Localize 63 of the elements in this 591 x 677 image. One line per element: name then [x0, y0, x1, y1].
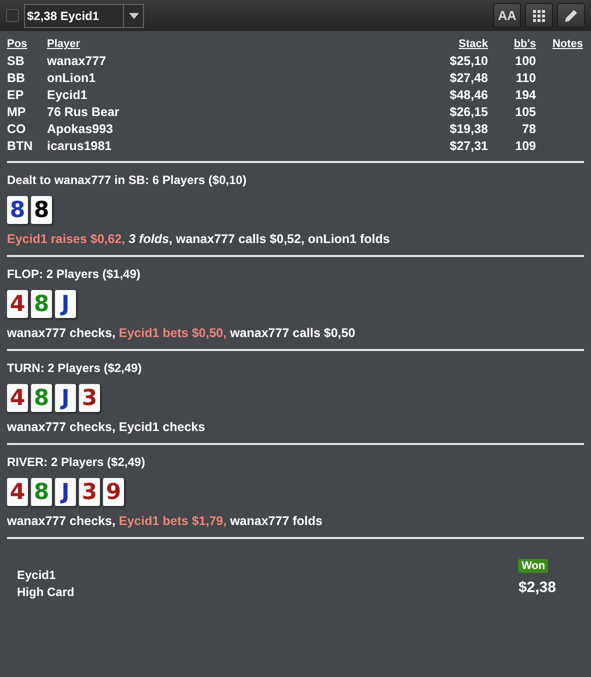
playing-card: 4 — [7, 290, 28, 318]
hand-rank: High Card — [17, 584, 74, 601]
action-summary: Eycid1 raises $0,62, 3 folds, wanax777 calls $0,52, onLion1 folds — [7, 231, 391, 248]
grid-button[interactable] — [525, 3, 553, 28]
table-cell-text: SB — [7, 53, 26, 70]
pot-amount: $2,38 — [518, 578, 556, 598]
table-cell-text: $26,15 — [448, 104, 488, 121]
table-cell-text: $19,38 — [448, 121, 488, 138]
playing-card: 8 — [31, 290, 52, 318]
playing-card: 8 — [31, 384, 52, 412]
column-header[interactable]: Player — [47, 36, 408, 53]
table-cell-text: 78 — [521, 121, 536, 138]
playing-card: 8 — [7, 196, 28, 224]
street-title: Dealt to wanax777 in SB: 6 Players ($0,10) — [7, 172, 248, 188]
dropdown-caret-icon — [128, 12, 138, 18]
playing-card: J — [55, 384, 76, 412]
checkbox[interactable] — [6, 9, 19, 22]
table-cell-text: $27,48 — [448, 70, 488, 87]
grid-icon — [533, 10, 545, 22]
table-cell-text: 76 Rus Bear — [47, 104, 120, 121]
table-cell-text: Eycid1 — [47, 87, 88, 104]
street-title: RIVER: 2 Players ($2,49) — [7, 454, 146, 470]
font-size-button[interactable]: AA — [493, 3, 521, 28]
playing-card: J — [55, 290, 76, 318]
playing-card: 3 — [79, 478, 100, 506]
column-header[interactable]: Stack — [408, 36, 488, 53]
street-title: FLOP: 2 Players ($1,49) — [7, 266, 142, 282]
table-cell-text: CO — [7, 121, 27, 138]
table-cell-text: MP — [7, 104, 27, 121]
won-badge: Won — [518, 559, 548, 573]
table-cell-text: EP — [7, 87, 25, 104]
column-header[interactable]: Pos — [7, 36, 47, 53]
table-cell-text: Apokas993 — [47, 121, 114, 138]
hand-select[interactable]: $2,38 Eycid1 — [24, 4, 144, 28]
playing-card: J — [55, 478, 76, 506]
table-cell-text: BB — [7, 70, 26, 87]
street-title: TURN: 2 Players ($2,49) — [7, 360, 143, 376]
table-cell-text: 109 — [514, 138, 536, 155]
table-cell-text: 110 — [514, 70, 536, 87]
table-cell-text: 194 — [514, 87, 536, 104]
playing-card: 8 — [31, 196, 52, 224]
action-summary: wanax777 checks, Eycid1 checks — [7, 419, 206, 436]
pencil-icon — [563, 8, 579, 24]
table-cell-text: onLion1 — [47, 70, 97, 87]
table-cell-text: $48,46 — [448, 87, 488, 104]
column-header[interactable]: Notes — [536, 36, 584, 53]
table-cell-text: wanax777 — [47, 53, 108, 70]
table-cell-text: 100 — [514, 53, 536, 70]
playing-card: 4 — [7, 384, 28, 412]
playing-card: 8 — [31, 478, 52, 506]
playing-card: 3 — [79, 384, 100, 412]
playing-card: 4 — [7, 478, 28, 506]
table-cell-text: $25,10 — [448, 53, 488, 70]
table-cell-text: 105 — [514, 104, 536, 121]
table-cell-text: icarus1981 — [47, 138, 113, 155]
playing-card: 9 — [103, 478, 124, 506]
edit-button[interactable] — [557, 3, 585, 28]
table-cell-text: BTN — [7, 138, 34, 155]
action-summary: wanax777 checks, Eycid1 bets $0,50, wanax777 calls $0,50 — [7, 325, 356, 342]
winner-name: Eycid1 — [17, 567, 57, 584]
table-cell-text: $27,31 — [448, 138, 488, 155]
action-summary: wanax777 checks, Eycid1 bets $1,79, wanax777 folds — [7, 513, 324, 530]
column-header[interactable]: bb's — [488, 36, 536, 53]
